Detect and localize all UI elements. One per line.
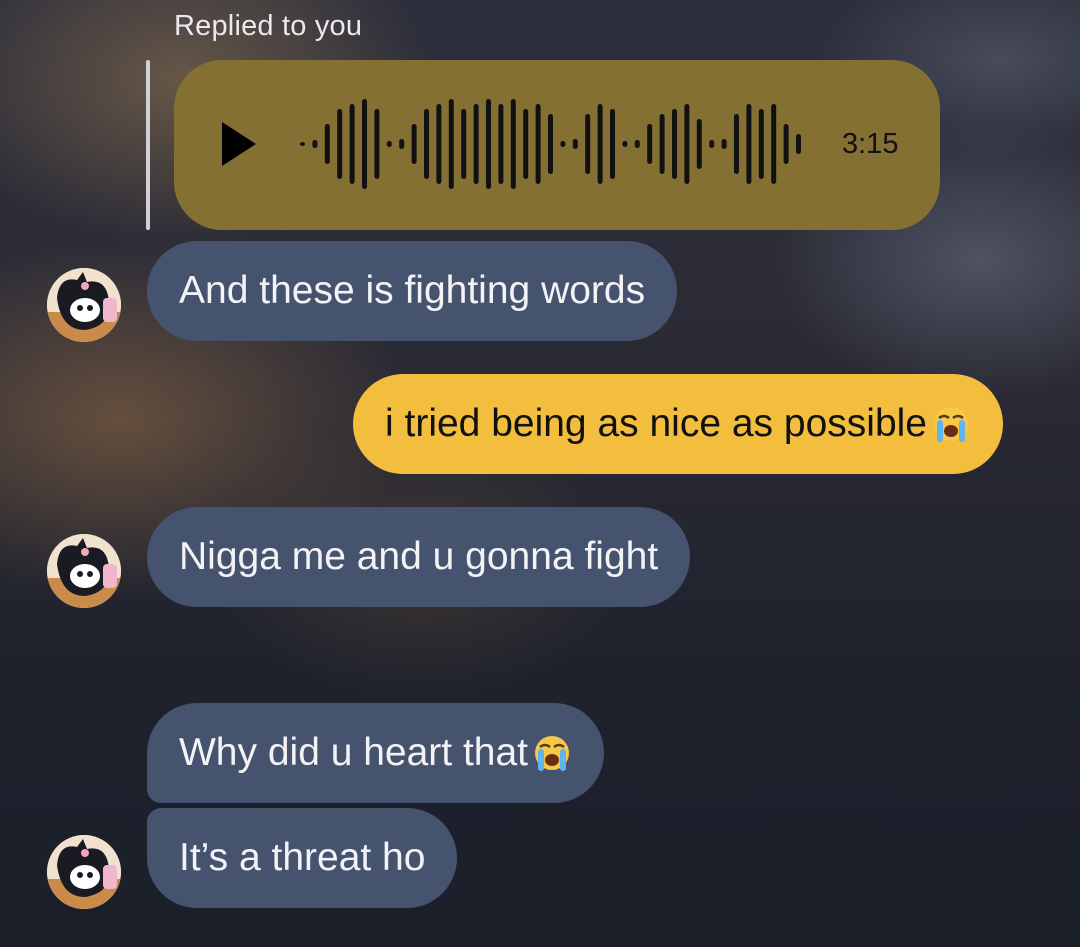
waveform-bar (721, 139, 727, 149)
voice-message-bubble[interactable]: 3:15 (174, 60, 940, 230)
waveform-bar (399, 139, 405, 149)
waveform-bar (771, 104, 777, 184)
kuromi-avatar (47, 534, 121, 608)
message-bubble-outgoing[interactable]: i tried being as nice as possible (353, 374, 1003, 474)
voice-duration: 3:15 (842, 128, 899, 160)
message-bubble-incoming[interactable]: It’s a threat ho (147, 808, 458, 908)
waveform-bar (647, 124, 653, 164)
waveform-bar (548, 114, 553, 174)
waveform-bar (374, 109, 380, 179)
waveform-bar (597, 104, 603, 184)
message-text: It’s a threat ho (179, 836, 426, 879)
waveform-bar (523, 109, 529, 179)
waveform-bar (758, 109, 764, 179)
waveform-bar (362, 99, 367, 189)
waveform-bar (696, 119, 702, 169)
avatar[interactable] (47, 268, 121, 342)
waveform-bar (746, 104, 752, 184)
message-text: And these is fighting words (179, 269, 646, 312)
waveform-bar (473, 104, 479, 184)
waveform-bar (622, 141, 628, 147)
avatar[interactable] (47, 534, 121, 608)
waveform-bar (672, 109, 677, 179)
waveform-bar (734, 114, 739, 174)
waveform-bar (709, 140, 715, 148)
loudly-crying-face-emoji (535, 736, 570, 771)
message-bubble-incoming[interactable]: And these is fighting words (147, 241, 678, 341)
message-bubble-incoming[interactable]: Why did u heart that (147, 703, 605, 803)
replied-to-you-label: Replied to you (174, 10, 363, 42)
waveform-bar (535, 104, 541, 184)
message-bubble-incoming[interactable]: Nigga me and u gonna fight (147, 507, 691, 607)
avatar[interactable] (47, 835, 121, 909)
waveform-bar (349, 104, 355, 184)
message-text: i tried being as nice as possible (385, 402, 927, 445)
waveform-bar (572, 139, 578, 149)
waveform-bar (386, 141, 392, 147)
waveform-bar (610, 109, 615, 179)
waveform-bar (312, 140, 318, 148)
waveform-bar (783, 124, 789, 164)
waveform-bar (684, 104, 690, 184)
message-text: Nigga me and u gonna fight (179, 535, 659, 578)
play-icon[interactable] (222, 122, 256, 166)
waveform-bar (324, 124, 330, 164)
waveform-bar (659, 114, 665, 174)
kuromi-avatar (47, 268, 121, 342)
audio-waveform-icon[interactable] (300, 88, 820, 200)
waveform-bar (411, 124, 417, 164)
waveform-bar (510, 99, 516, 189)
waveform-bar (634, 140, 640, 148)
waveform-bar (585, 114, 591, 174)
message-text: Why did u heart that (179, 731, 529, 774)
waveform-bar (461, 109, 467, 179)
waveform-bar (796, 134, 801, 154)
waveform-bar (498, 104, 504, 184)
kuromi-avatar (47, 835, 121, 909)
waveform-bar (448, 99, 454, 189)
waveform-bar (300, 142, 305, 146)
waveform-bar (486, 99, 491, 189)
waveform-bar (560, 141, 566, 147)
waveform-bar (337, 109, 343, 179)
reply-indicator-line (146, 60, 150, 230)
waveform-bar (424, 109, 429, 179)
loudly-crying-face-emoji (933, 407, 968, 442)
waveform-bar (436, 104, 442, 184)
